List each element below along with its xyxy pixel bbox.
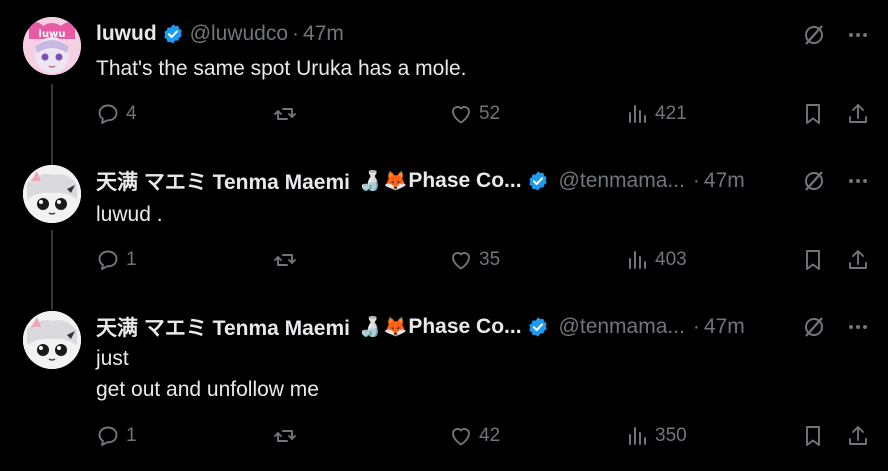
bookmark-icon bbox=[806, 250, 820, 270]
white-fox-avatar-icon bbox=[23, 165, 81, 223]
view-count: 421 bbox=[655, 103, 687, 124]
display-name[interactable]: 天满 マエミ Tenma Maemi bbox=[96, 166, 350, 196]
tweet[interactable]: 天满 マエミ Tenma Maemi 🍶 🦊 Phase Co... @tenm… bbox=[0, 150, 888, 296]
display-name[interactable]: luwud bbox=[96, 22, 157, 46]
heart-icon bbox=[452, 252, 470, 270]
tweet-header-icons bbox=[782, 169, 870, 193]
views-button[interactable]: 350 bbox=[625, 424, 687, 448]
bookmark-icon bbox=[806, 104, 820, 124]
separator-dot: · bbox=[292, 22, 300, 45]
views-button[interactable]: 403 bbox=[625, 248, 687, 272]
user-handle[interactable]: @tenmama... bbox=[559, 169, 685, 193]
tweet-header: luwud @luwudco · 47m bbox=[96, 22, 888, 46]
more-options-icon[interactable] bbox=[846, 23, 870, 47]
bookmark-button[interactable] bbox=[801, 248, 825, 272]
like-button[interactable]: 35 bbox=[449, 248, 500, 272]
tweet-header-icons bbox=[782, 315, 870, 339]
repost-button[interactable] bbox=[273, 248, 297, 272]
white-fox-avatar-icon bbox=[23, 311, 81, 369]
tweet[interactable]: luwu luwud @luwudco · 47m That's the sam… bbox=[0, 0, 888, 150]
fox-emoji: 🦊 bbox=[383, 317, 408, 338]
reply-button[interactable]: 4 bbox=[96, 102, 137, 126]
display-name[interactable]: 天满 マエミ Tenma Maemi bbox=[96, 312, 350, 342]
tweet-actions: 4 52 421 bbox=[96, 102, 874, 130]
tweet-text: That's the same spot Uruka has a mole. bbox=[96, 53, 467, 84]
tweet-actions: 1 42 350 bbox=[96, 424, 874, 452]
repost-icon bbox=[274, 254, 296, 266]
share-icon bbox=[849, 104, 867, 123]
like-button[interactable]: 52 bbox=[449, 102, 500, 126]
reply-button[interactable]: 1 bbox=[96, 424, 137, 448]
avatar[interactable] bbox=[23, 311, 81, 369]
display-name-suffix[interactable]: Phase Co... bbox=[408, 169, 521, 193]
tweet-text-line: get out and unfollow me bbox=[96, 378, 319, 401]
repost-icon bbox=[274, 108, 296, 120]
views-chart-icon bbox=[629, 427, 646, 445]
tweet-text: luwud . bbox=[96, 199, 163, 230]
bookmark-icon bbox=[806, 426, 820, 446]
timestamp[interactable]: 47m bbox=[704, 169, 745, 193]
user-handle[interactable]: @luwudco bbox=[190, 22, 288, 46]
repost-button[interactable] bbox=[273, 424, 297, 448]
repost-button[interactable] bbox=[273, 102, 297, 126]
views-chart-icon bbox=[629, 251, 646, 269]
grok-icon[interactable] bbox=[802, 315, 826, 339]
heart-icon bbox=[452, 428, 470, 446]
reply-icon bbox=[98, 426, 118, 446]
pink-anime-avatar-icon: luwu bbox=[23, 17, 81, 75]
timestamp[interactable]: 47m bbox=[704, 315, 745, 339]
verified-badge-icon bbox=[528, 317, 547, 337]
repost-icon bbox=[274, 430, 296, 442]
view-count: 403 bbox=[655, 249, 687, 270]
tweet-actions: 1 35 403 bbox=[96, 248, 874, 276]
view-count: 350 bbox=[655, 425, 687, 446]
display-name-suffix[interactable]: Phase Co... bbox=[408, 315, 521, 339]
tweet-header: 天满 マエミ Tenma Maemi 🍶 🦊 Phase Co... @tenm… bbox=[96, 312, 888, 342]
share-button[interactable] bbox=[846, 102, 870, 126]
separator-dot: · bbox=[692, 169, 700, 192]
like-count: 52 bbox=[479, 103, 501, 124]
avatar[interactable] bbox=[23, 165, 81, 223]
more-options-icon[interactable] bbox=[846, 169, 870, 193]
verified-badge-icon bbox=[163, 24, 182, 44]
reply-count: 1 bbox=[126, 425, 137, 446]
tweet-text-line: That's the same spot Uruka has a mole. bbox=[96, 57, 467, 80]
tweet-text: just get out and unfollow me bbox=[96, 343, 319, 405]
reply-count: 4 bbox=[126, 103, 137, 124]
tweet-text-line: luwud . bbox=[96, 203, 163, 226]
like-count: 35 bbox=[479, 249, 501, 270]
grok-icon[interactable] bbox=[802, 23, 826, 47]
share-button[interactable] bbox=[846, 424, 870, 448]
tweet-text-line: just bbox=[96, 347, 129, 370]
timestamp[interactable]: 47m bbox=[303, 22, 344, 46]
bookmark-button[interactable] bbox=[801, 424, 825, 448]
tweet-header: 天满 マエミ Tenma Maemi 🍶 🦊 Phase Co... @tenm… bbox=[96, 166, 888, 196]
tweet-header-icons bbox=[782, 23, 870, 47]
share-button[interactable] bbox=[846, 248, 870, 272]
verified-badge-icon bbox=[528, 171, 547, 191]
sake-emoji: 🍶 bbox=[358, 317, 382, 338]
tweet[interactable]: 天满 マエミ Tenma Maemi 🍶 🦊 Phase Co... @tenm… bbox=[0, 296, 888, 471]
avatar[interactable]: luwu bbox=[23, 17, 81, 75]
reply-button[interactable]: 1 bbox=[96, 248, 137, 272]
fox-emoji: 🦊 bbox=[383, 171, 408, 192]
views-chart-icon bbox=[629, 105, 646, 123]
views-button[interactable]: 421 bbox=[625, 102, 687, 126]
more-options-icon[interactable] bbox=[846, 315, 870, 339]
grok-icon[interactable] bbox=[802, 169, 826, 193]
like-count: 42 bbox=[479, 425, 501, 446]
share-icon bbox=[849, 426, 867, 445]
sake-emoji: 🍶 bbox=[358, 171, 382, 192]
share-icon bbox=[849, 250, 867, 269]
user-handle[interactable]: @tenmama... bbox=[559, 315, 685, 339]
reply-count: 1 bbox=[126, 249, 137, 270]
like-button[interactable]: 42 bbox=[449, 424, 500, 448]
bookmark-button[interactable] bbox=[801, 102, 825, 126]
heart-icon bbox=[452, 106, 470, 124]
separator-dot: · bbox=[692, 315, 700, 338]
reply-icon bbox=[98, 250, 118, 270]
reply-icon bbox=[98, 104, 118, 124]
